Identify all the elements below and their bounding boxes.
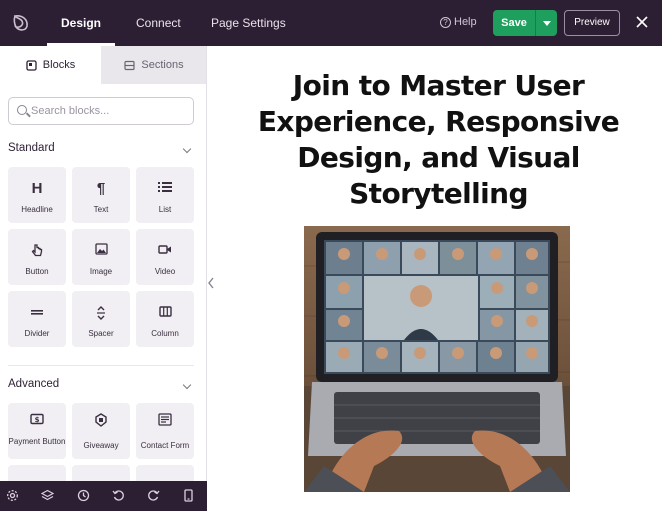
block-payment-button[interactable]: $ Payment Button	[8, 403, 66, 459]
chevron-down-icon	[182, 380, 192, 390]
save-options-dropdown[interactable]	[535, 10, 557, 36]
block-image[interactable]: Image	[72, 229, 130, 285]
block-giveaway[interactable]: Giveaway	[72, 403, 130, 459]
block-column[interactable]: Column	[136, 291, 194, 347]
page-headline[interactable]: Join to Master User Experience, Responsi…	[215, 68, 662, 212]
group-divider	[8, 365, 194, 366]
block-headline[interactable]: H Headline	[8, 167, 66, 223]
tab-blocks-label: Blocks	[42, 59, 76, 71]
search-input[interactable]	[31, 102, 189, 120]
paragraph-icon: ¶	[96, 180, 106, 197]
help-label: Help	[454, 16, 477, 28]
block-label: Giveaway	[83, 441, 119, 450]
logo-icon[interactable]	[10, 12, 32, 34]
blocks-icon	[26, 59, 37, 71]
pointer-icon	[8, 243, 66, 259]
group-standard-title: Standard	[8, 142, 55, 154]
payment-icon: $	[8, 413, 66, 429]
page-canvas: Join to Master User Experience, Responsi…	[215, 46, 662, 511]
tab-sections[interactable]: Sections	[101, 46, 206, 84]
block-divider[interactable]: Divider	[8, 291, 66, 347]
group-advanced-header[interactable]: Advanced	[8, 378, 194, 396]
block-button[interactable]: Button	[8, 229, 66, 285]
laptop-video-call-illustration	[304, 232, 570, 492]
video-icon	[136, 243, 194, 259]
sidebar-tabs: Blocks Sections	[0, 46, 206, 84]
block-label: Text	[93, 205, 109, 214]
tab-connect[interactable]: Connect	[136, 0, 181, 46]
block-spacer[interactable]: Spacer	[72, 291, 130, 347]
block-label: Payment Button	[8, 437, 66, 446]
history-icon[interactable]	[77, 489, 90, 502]
image-icon	[72, 243, 130, 259]
giveaway-icon	[72, 413, 130, 429]
heading-icon: H	[31, 180, 43, 197]
block-label: Divider	[24, 329, 50, 338]
laptop-video-call-image[interactable]	[304, 226, 570, 492]
chevron-down-icon	[182, 144, 192, 154]
block-label: List	[158, 205, 172, 214]
block-label: Video	[154, 267, 176, 276]
block-label: Button	[25, 267, 49, 276]
block-label: Image	[89, 267, 113, 276]
blocks-sidebar: Blocks Sections Standard H Headline ¶	[0, 46, 207, 511]
close-icon[interactable]	[635, 15, 649, 29]
svg-text:$: $	[35, 416, 40, 424]
list-icon	[136, 181, 194, 197]
collapse-sidebar-icon[interactable]	[207, 276, 215, 290]
top-bar: Design Connect Page Settings ? Help Save…	[0, 0, 662, 46]
contact-form-icon	[136, 413, 194, 429]
group-advanced-title: Advanced	[8, 378, 60, 390]
search-blocks[interactable]	[8, 97, 194, 125]
tab-page-settings[interactable]: Page Settings	[211, 0, 286, 46]
block-label: Headline	[21, 205, 53, 214]
tab-sections-label: Sections	[141, 59, 184, 71]
block-label: Spacer	[88, 329, 114, 338]
sections-icon	[124, 60, 135, 70]
search-icon	[17, 105, 27, 115]
block-text[interactable]: ¶ Text	[72, 167, 130, 223]
save-button[interactable]: Save	[493, 10, 535, 36]
tab-design[interactable]: Design	[46, 0, 116, 46]
bottom-toolbar	[0, 481, 207, 511]
group-standard-header[interactable]: Standard	[8, 142, 194, 160]
mobile-preview-icon[interactable]	[182, 489, 195, 502]
divider-icon	[8, 305, 66, 321]
column-icon	[136, 305, 194, 321]
block-label: Contact Form	[140, 441, 190, 450]
block-label: Column	[151, 329, 179, 338]
spacer-icon	[72, 305, 130, 321]
block-list[interactable]: List	[136, 167, 194, 223]
help-link[interactable]: ? Help	[440, 16, 477, 28]
block-contact-form[interactable]: Contact Form	[136, 403, 194, 459]
page-builder-app: Design Connect Page Settings ? Help Save…	[0, 0, 662, 511]
preview-button[interactable]: Preview	[564, 10, 620, 36]
redo-icon[interactable]	[147, 489, 160, 502]
layers-icon[interactable]	[41, 489, 54, 502]
undo-icon[interactable]	[112, 489, 125, 502]
help-icon: ?	[440, 16, 451, 28]
settings-icon[interactable]	[6, 489, 19, 502]
tab-blocks[interactable]: Blocks	[0, 46, 101, 84]
block-video[interactable]: Video	[136, 229, 194, 285]
